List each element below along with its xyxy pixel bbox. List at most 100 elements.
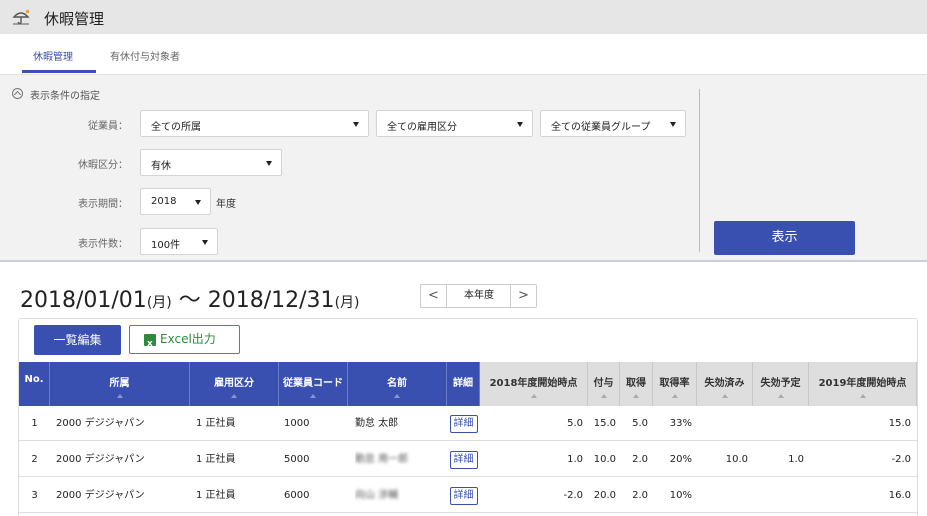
- cell-no: 1: [31, 418, 38, 429]
- range-end: 2018/12/31: [207, 288, 335, 313]
- chevron-down-icon: [670, 122, 676, 127]
- collapse-up-icon[interactable]: [12, 88, 23, 99]
- col-header-label: 所属: [109, 378, 130, 389]
- cell-no: 2: [31, 454, 38, 465]
- chevron-down-icon: [202, 240, 208, 245]
- count-select[interactable]: 100件: [140, 228, 218, 255]
- sort-icon: [600, 394, 607, 398]
- filter-divider: [699, 89, 700, 252]
- cell-taken: 2.0: [632, 490, 648, 501]
- active-tab-indicator: [22, 70, 96, 73]
- sort-icon: [116, 394, 123, 398]
- umbrella-sun-icon: [12, 9, 30, 25]
- col-header-department[interactable]: 所属: [50, 362, 190, 406]
- cell-take-rate: 20%: [669, 454, 692, 465]
- col-header-label: 詳細: [453, 378, 473, 389]
- col-header-name[interactable]: 名前: [348, 362, 447, 406]
- sort-icon: [310, 394, 316, 398]
- detail-button[interactable]: 詳細: [449, 415, 478, 433]
- cell-employee-code: 6000: [284, 490, 310, 501]
- chevron-down-icon: [195, 200, 201, 205]
- cell-granted: 10.0: [593, 454, 616, 465]
- excel-export-label: Excel出力: [160, 332, 216, 346]
- range-separator: ～: [171, 288, 208, 313]
- col-header-label: 従業員コード: [283, 378, 343, 389]
- col-header-no[interactable]: No.: [19, 362, 50, 406]
- sort-icon: [633, 394, 639, 398]
- period-label: 表示期間：: [78, 199, 128, 210]
- employee-label: 従業員：: [88, 121, 128, 132]
- year-value: 2018: [151, 196, 177, 207]
- col-header-label: 失効済み: [704, 378, 745, 389]
- tab-paid-leave-recipients[interactable]: 有休付与対象者: [110, 48, 180, 63]
- cell-name: 向山 渉輔: [355, 479, 445, 513]
- col-header-take-rate[interactable]: 取得率: [653, 362, 697, 406]
- table-row: 3 2000 デジジャパン 1 正社員 6000 向山 渉輔 詳細 -2.0 2…: [19, 479, 917, 513]
- cell-expiring: [753, 407, 804, 441]
- sort-icon: [671, 394, 678, 398]
- cell-employment-type: 1 正社員: [196, 418, 236, 429]
- sort-icon: [721, 394, 728, 398]
- employment-type-select[interactable]: 全ての雇用区分: [376, 110, 533, 137]
- next-period-button[interactable]: >: [510, 285, 536, 307]
- excel-icon: [144, 331, 156, 358]
- count-label: 表示件数：: [78, 239, 128, 250]
- cell-no: 3: [31, 490, 38, 501]
- cell-department: 2000 デジジャパン: [56, 454, 145, 465]
- col-header-employee-code[interactable]: 従業員コード: [279, 362, 348, 406]
- sort-icon: [859, 394, 866, 398]
- blurred-name: 勤怠 用一郎: [355, 454, 409, 465]
- range-start: 2018/01/01: [20, 288, 147, 313]
- tab-bar: 休暇管理 有休付与対象者: [0, 34, 927, 74]
- leave-type-select[interactable]: 有休: [140, 149, 282, 176]
- employee-group-select[interactable]: 全ての従業員グループ: [540, 110, 686, 137]
- tab-leave-management[interactable]: 休暇管理: [33, 48, 73, 63]
- col-header-next-balance[interactable]: 2019年度開始時点: [809, 362, 917, 406]
- col-header-granted[interactable]: 付与: [588, 362, 620, 406]
- cell-expired: [697, 479, 748, 513]
- date-range: 2018/01/01(月) ～ 2018/12/31(月): [20, 282, 360, 314]
- col-header-label: No.: [24, 374, 44, 385]
- table-row: 2 2000 デジジャパン 1 正社員 5000 勤怠 用一郎 詳細 1.0 1…: [19, 443, 917, 477]
- range-end-dow: (月): [334, 295, 360, 311]
- col-header-expiring[interactable]: 失効予定: [753, 362, 809, 406]
- col-header-label: 取得: [626, 378, 646, 389]
- cell-expired: 10.0: [725, 454, 748, 465]
- period-navigator: < 本年度 >: [420, 284, 537, 308]
- cell-employee-code: 5000: [284, 454, 310, 465]
- sort-icon: [777, 394, 784, 398]
- sort-icon: [394, 394, 400, 398]
- cell-detail: 詳細: [447, 443, 480, 477]
- cell-detail: 詳細: [447, 407, 480, 441]
- cell-employment-type: 1 正社員: [196, 490, 236, 501]
- cell-next-balance: 15.0: [888, 418, 911, 429]
- excel-export-button[interactable]: Excel出力: [129, 325, 240, 358]
- year-select[interactable]: 2018: [140, 188, 211, 215]
- cell-start-balance: 1.0: [567, 454, 583, 465]
- current-year-button[interactable]: 本年度: [448, 285, 510, 307]
- leave-type-value: 有休: [151, 161, 171, 172]
- col-header-taken[interactable]: 取得: [620, 362, 653, 406]
- count-value: 100件: [151, 240, 181, 251]
- detail-button[interactable]: 詳細: [449, 451, 478, 469]
- department-select[interactable]: 全ての所属: [140, 110, 369, 137]
- cell-department: 2000 デジジャパン: [56, 490, 145, 501]
- col-header-employment-type[interactable]: 雇用区分: [190, 362, 279, 406]
- range-start-dow: (月): [146, 295, 172, 311]
- department-value: 全ての所属: [151, 122, 201, 133]
- detail-button[interactable]: 詳細: [449, 487, 478, 505]
- bulk-edit-button[interactable]: 一覧編集: [34, 325, 121, 355]
- app-title: 休暇管理: [44, 10, 105, 28]
- table-row: 1 2000 デジジャパン 1 正社員 1000 勤怠 太郎 詳細 5.0 15…: [19, 407, 917, 441]
- cell-start-balance: -2.0: [563, 490, 583, 501]
- cell-next-balance: 16.0: [888, 490, 911, 501]
- col-header-start-balance[interactable]: 2018年度開始時点: [480, 362, 588, 406]
- cell-detail: 詳細: [447, 479, 480, 513]
- show-button[interactable]: 表示: [714, 221, 855, 255]
- cell-employment-type: 1 正社員: [196, 454, 236, 465]
- year-unit: 年度: [216, 199, 236, 210]
- col-header-label: 2019年度開始時点: [818, 378, 907, 389]
- previous-period-button[interactable]: <: [421, 285, 447, 307]
- cell-take-rate: 10%: [669, 490, 692, 501]
- col-header-expired[interactable]: 失効済み: [697, 362, 753, 406]
